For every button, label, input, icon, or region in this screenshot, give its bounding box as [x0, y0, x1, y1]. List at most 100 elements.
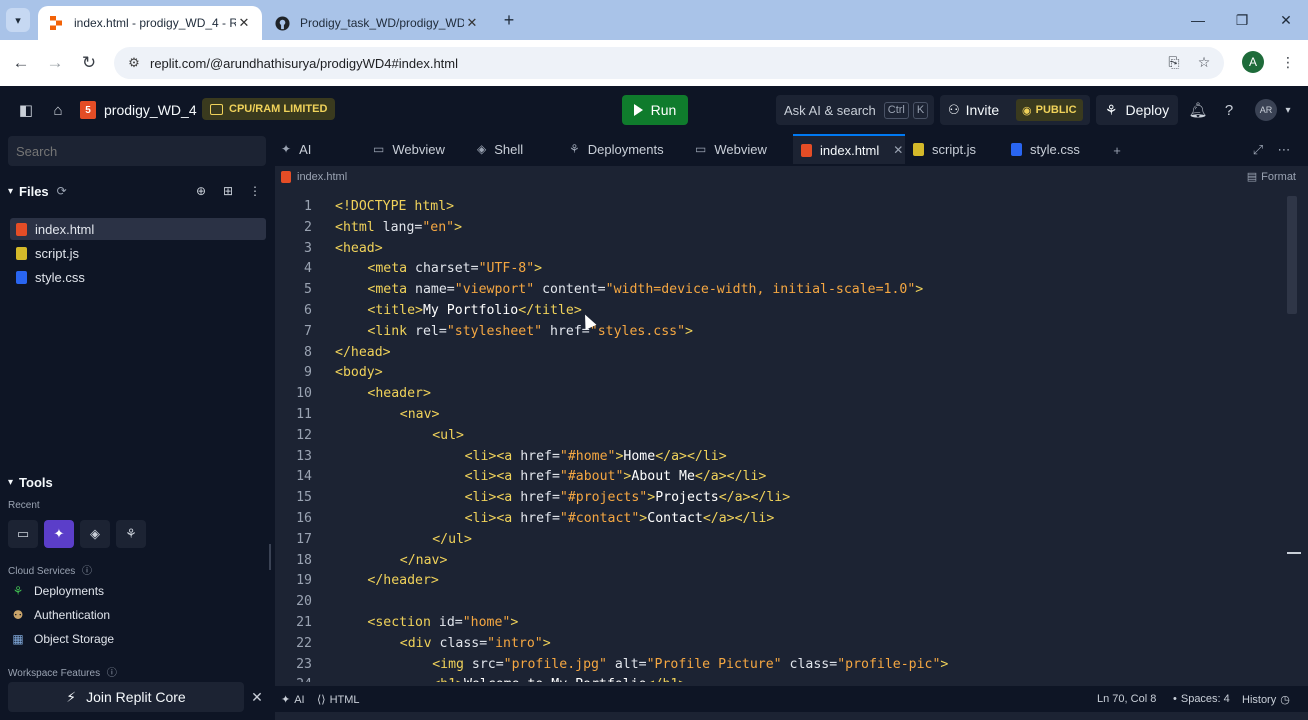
line-number: 22: [296, 635, 312, 651]
code-line[interactable]: 20: [275, 591, 1285, 612]
code-line[interactable]: 8 </head>: [275, 342, 1285, 363]
code-line[interactable]: 17 </ul>: [275, 529, 1285, 550]
code-line[interactable]: 22 <div class="intro">: [275, 633, 1285, 654]
resource-limit-badge[interactable]: CPU/RAM LIMITED: [202, 98, 336, 120]
tab-webview[interactable]: ▭ Webview: [373, 134, 469, 164]
code-line[interactable]: 19 </header>: [275, 570, 1285, 591]
sidebar-toggle-icon[interactable]: ◧: [16, 100, 36, 120]
bookmark-star-icon[interactable]: ☆: [1194, 52, 1214, 72]
install-app-icon[interactable]: ⎘: [1164, 52, 1184, 72]
bell-icon[interactable]: 🔔︎: [1188, 100, 1208, 120]
close-icon[interactable]: ✕: [248, 688, 266, 706]
tab-index-html[interactable]: index.html ✕: [793, 134, 905, 164]
close-window-icon[interactable]: ✕: [1276, 10, 1296, 30]
code-line[interactable]: 11 <nav>: [275, 404, 1285, 425]
browser-menu-icon[interactable]: ⋮: [1278, 52, 1298, 72]
user-avatar[interactable]: AR: [1255, 99, 1277, 121]
line-source: <link rel="stylesheet" href="styles.css"…: [367, 323, 693, 339]
files-menu-icon[interactable]: ⋮: [246, 182, 264, 200]
code-line[interactable]: 23 <img src="profile.jpg" alt="Profile Pi…: [275, 654, 1285, 675]
tool-deployments-icon[interactable]: ⚘: [116, 520, 146, 548]
join-replit-core-button[interactable]: ⚡︎ Join Replit Core: [8, 682, 244, 712]
status-ai[interactable]: ✦ AI: [281, 693, 305, 706]
code-line[interactable]: 13 <li><a href="#home">Home</a></li>: [275, 446, 1285, 467]
status-spaces[interactable]: • Spaces: 4: [1173, 693, 1230, 705]
help-icon[interactable]: ?: [1219, 100, 1239, 120]
tab-style-css[interactable]: style.css: [1011, 134, 1101, 164]
code-line[interactable]: 15 <li><a href="#projects">Projects</a></…: [275, 487, 1285, 508]
code-line[interactable]: 5 <meta name="viewport" content="width=de…: [275, 279, 1285, 300]
code-line[interactable]: 3 <head>: [275, 238, 1285, 259]
tab-shell[interactable]: ◈ Shell: [477, 134, 557, 164]
code-line[interactable]: 16 <li><a href="#contact">Contact</a></li…: [275, 508, 1285, 529]
status-language[interactable]: ⟨⟩ HTML: [317, 693, 360, 706]
omnibox[interactable]: ⚙ replit.com/@arundhathisurya/prodigyWD4…: [114, 47, 1224, 79]
code-line[interactable]: 14 <li><a href="#about">About Me</a></li>: [275, 466, 1285, 487]
code-line[interactable]: 1 <!DOCTYPE html>: [275, 196, 1285, 217]
file-item-style-css[interactable]: style.css: [10, 266, 266, 288]
tool-webview-icon[interactable]: ▭: [8, 520, 38, 548]
sidebar-search-input[interactable]: [8, 136, 266, 166]
format-button[interactable]: ▤ Format: [1247, 170, 1296, 183]
tab-close-icon[interactable]: ✕: [236, 15, 252, 31]
status-history[interactable]: History ◷: [1242, 693, 1290, 706]
deploy-button[interactable]: ⚘ Deploy: [1096, 95, 1178, 125]
info-icon[interactable]: ⓘ: [82, 566, 92, 577]
forward-icon[interactable]: →: [44, 52, 66, 74]
tab-script-js[interactable]: script.js: [913, 134, 1003, 164]
browser-tab-active[interactable]: index.html - prodigy_WD_4 - R ✕: [38, 6, 262, 40]
code-line[interactable]: 7 <link rel="stylesheet" href="styles.css…: [275, 321, 1285, 342]
tab-ai[interactable]: ✦ AI: [281, 134, 361, 164]
code-line[interactable]: 10 <header>: [275, 383, 1285, 404]
tab-close-icon[interactable]: ✕: [464, 15, 480, 31]
site-settings-icon[interactable]: ⚙: [124, 55, 144, 71]
sidebar-resize-handle[interactable]: [269, 544, 271, 570]
code-line[interactable]: 4 <meta charset="UTF-8">: [275, 258, 1285, 279]
tool-ai-icon[interactable]: ✦: [44, 520, 74, 548]
run-button[interactable]: Run: [622, 95, 688, 125]
new-file-icon[interactable]: ⊕: [192, 182, 210, 200]
code-line[interactable]: 2 <html lang="en">: [275, 217, 1285, 238]
code-line[interactable]: 9 <body>: [275, 362, 1285, 383]
code-line[interactable]: 12 <ul>: [275, 425, 1285, 446]
url-text[interactable]: replit.com/@arundhathisurya/prodigyWD4#i…: [150, 56, 458, 71]
code-line[interactable]: 18 </nav>: [275, 550, 1285, 571]
code-line[interactable]: 24 <h1>Welcome to My Portfolio</h1>: [275, 674, 1285, 682]
browser-tab[interactable]: Prodigy_task_WD/prodigy_WD ✕: [264, 6, 490, 40]
home-icon[interactable]: ⌂: [48, 100, 68, 120]
project-name[interactable]: 5 prodigy_WD_4: [80, 98, 197, 122]
code-line[interactable]: 6 <title>My Portfolio</title>: [275, 300, 1285, 321]
breadcrumb-file[interactable]: index.html: [297, 171, 347, 183]
file-item-index-html[interactable]: index.html: [10, 218, 266, 240]
info-icon[interactable]: ⓘ: [107, 668, 117, 679]
invite-button[interactable]: ⚇ Invite: [940, 102, 1016, 118]
service-authentication[interactable]: ⚉ Authentication: [10, 605, 110, 625]
chevron-down-icon[interactable]: ▾: [1278, 100, 1298, 120]
status-cursor-position[interactable]: Ln 70, Col 8: [1097, 693, 1156, 705]
line-source: <title>My Portfolio</title>: [367, 303, 582, 318]
tab-deployments[interactable]: ⚘ Deployments: [569, 134, 687, 164]
code-editor[interactable]: 1 <!DOCTYPE html> 2 <html lang="en"> 3 <head>…: [275, 196, 1285, 682]
add-tab-icon[interactable]: +: [1107, 140, 1127, 160]
editor-scrollbar[interactable]: [1287, 196, 1297, 314]
restore-icon[interactable]: ❐: [1232, 10, 1252, 30]
tab-close-icon[interactable]: ✕: [893, 143, 903, 157]
maximize-icon[interactable]: ⤢: [1248, 140, 1268, 160]
file-item-script-js[interactable]: script.js: [10, 242, 266, 264]
tab-webview-2[interactable]: ▭ Webview: [695, 134, 791, 164]
new-folder-icon[interactable]: ⊞: [219, 182, 237, 200]
code-line[interactable]: 21 <section id="home">: [275, 612, 1285, 633]
more-icon[interactable]: ⋯: [1274, 140, 1294, 160]
back-icon[interactable]: ←: [10, 52, 32, 74]
ask-ai-search-button[interactable]: Ask AI & search Ctrl K: [776, 95, 934, 125]
new-tab-icon[interactable]: +: [498, 9, 520, 31]
service-deployments[interactable]: ⚘ Deployments: [10, 581, 104, 601]
tool-shell-icon[interactable]: ◈: [80, 520, 110, 548]
tab-search-icon[interactable]: ▾: [6, 8, 30, 32]
minimize-icon[interactable]: —: [1188, 10, 1208, 30]
service-object-storage[interactable]: ▦ Object Storage: [10, 629, 114, 649]
public-visibility-badge[interactable]: ◉ PUBLIC: [1016, 99, 1083, 121]
reload-icon[interactable]: ↻: [78, 52, 100, 74]
tools-section-header[interactable]: ▾ Tools: [8, 472, 266, 492]
browser-profile-avatar[interactable]: A: [1242, 51, 1264, 73]
